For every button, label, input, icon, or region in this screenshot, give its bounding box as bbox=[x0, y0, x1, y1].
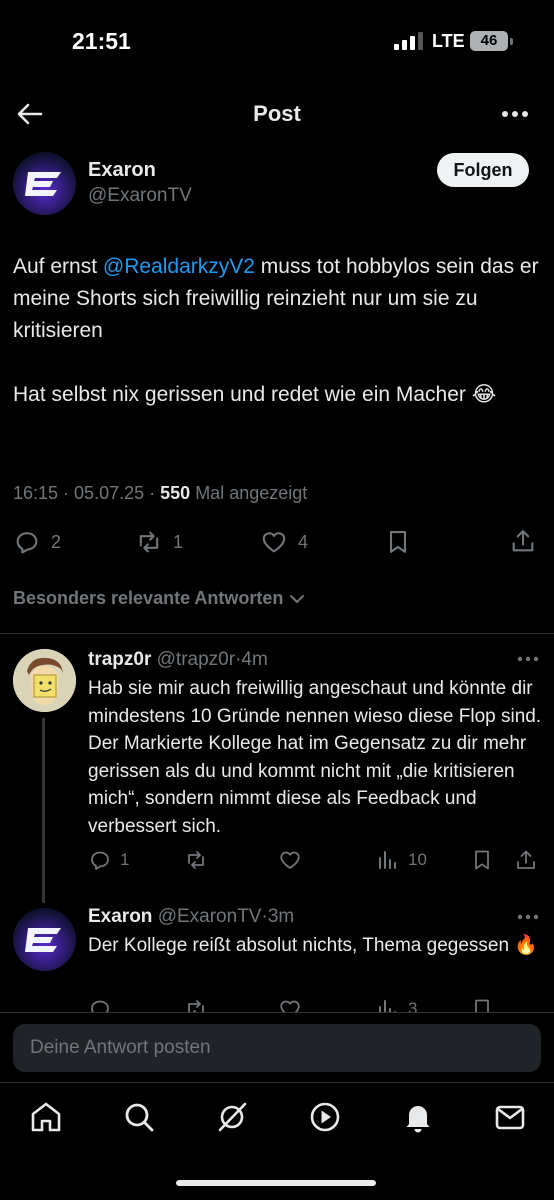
views-button[interactable]: 3 bbox=[376, 996, 417, 1012]
like-button[interactable] bbox=[278, 996, 302, 1012]
battery-icon: 46 bbox=[470, 31, 514, 51]
divider bbox=[0, 1012, 554, 1013]
reply-text: Hab sie mir auch freiwillig angeschaut u… bbox=[88, 678, 542, 837]
share-button[interactable] bbox=[514, 847, 538, 873]
reply-header: trapz0r @trapz0r·4m bbox=[88, 649, 268, 670]
chevron-down-icon bbox=[290, 595, 305, 604]
repost-button[interactable] bbox=[184, 996, 208, 1012]
reply-composer-input[interactable] bbox=[13, 1024, 541, 1072]
bookmark-button[interactable] bbox=[384, 527, 412, 557]
share-icon bbox=[512, 530, 534, 552]
reply-age: 3m bbox=[267, 906, 295, 927]
repost-icon bbox=[188, 1000, 204, 1012]
more-options-icon[interactable] bbox=[515, 652, 541, 666]
post-metadata: 16:15 · 05.07.25 · 550 Mal angezeigt bbox=[13, 483, 308, 503]
repost-icon bbox=[188, 851, 204, 869]
bookmark-icon bbox=[389, 531, 407, 553]
grok-icon[interactable] bbox=[212, 1097, 252, 1137]
author-name[interactable]: Exaron bbox=[88, 159, 156, 182]
video-icon[interactable] bbox=[305, 1097, 345, 1137]
reply-icon bbox=[16, 532, 38, 554]
bookmark-button[interactable] bbox=[470, 847, 494, 873]
repost-button[interactable] bbox=[184, 847, 208, 873]
reply-author-handle[interactable]: @trapz0r bbox=[157, 649, 235, 670]
home-icon[interactable] bbox=[26, 1097, 66, 1137]
bookmark-icon bbox=[475, 999, 489, 1012]
reply-author-name[interactable]: Exaron bbox=[88, 906, 152, 927]
reply-author-name[interactable]: trapz0r bbox=[88, 649, 151, 670]
more-options-icon[interactable] bbox=[498, 100, 532, 128]
home-indicator bbox=[176, 1180, 376, 1186]
author-handle[interactable]: @ExaronTV bbox=[88, 185, 192, 207]
signal-icon bbox=[394, 32, 423, 50]
reply-sort-selector[interactable]: Besonders relevante Antworten bbox=[13, 588, 306, 609]
like-button[interactable]: 4 bbox=[260, 527, 308, 557]
divider bbox=[0, 1082, 554, 1083]
view-count: 550 bbox=[160, 483, 191, 503]
status-time: 21:51 bbox=[72, 28, 131, 54]
post-text-second: Hat selbst nix gerissen und redet wie ei… bbox=[13, 383, 497, 406]
reply-icon bbox=[91, 1000, 109, 1012]
reply-age: 4m bbox=[241, 649, 268, 670]
views-button[interactable]: 10 bbox=[376, 847, 427, 873]
page-title: Post bbox=[253, 101, 301, 126]
thread-line bbox=[42, 718, 45, 903]
heart-icon bbox=[280, 851, 300, 869]
messages-icon[interactable] bbox=[490, 1097, 530, 1137]
repost-icon bbox=[139, 531, 159, 553]
bookmark-icon bbox=[475, 850, 489, 870]
share-icon bbox=[517, 850, 535, 869]
heart-icon bbox=[262, 532, 286, 553]
follow-button[interactable]: Folgen bbox=[437, 153, 529, 187]
battery-level: 46 bbox=[470, 31, 508, 51]
like-button[interactable] bbox=[278, 847, 302, 873]
heart-icon bbox=[280, 1000, 300, 1012]
notifications-icon[interactable] bbox=[398, 1097, 438, 1137]
reply-avatar[interactable] bbox=[13, 908, 76, 971]
reply-icon bbox=[91, 851, 109, 870]
mention-link[interactable]: @RealdarkzyV2 bbox=[103, 255, 255, 278]
reply-button[interactable]: 1 bbox=[88, 847, 129, 873]
reply-avatar[interactable] bbox=[13, 649, 76, 712]
reply-button[interactable]: 2 bbox=[13, 527, 61, 557]
share-button[interactable] bbox=[509, 526, 537, 556]
reply-author-handle[interactable]: @ExaronTV bbox=[158, 906, 262, 927]
more-options-icon[interactable] bbox=[515, 910, 541, 924]
reply-text: Der Kollege reißt absolut nichts, Thema … bbox=[88, 935, 538, 956]
reply-button[interactable] bbox=[88, 996, 112, 1012]
bookmark-button[interactable] bbox=[470, 996, 494, 1012]
divider bbox=[0, 633, 554, 634]
network-label: LTE bbox=[432, 31, 465, 51]
analytics-icon bbox=[379, 851, 396, 869]
post-text: Auf ernst @RealdarkzyV2 muss tot hobbylo… bbox=[13, 255, 539, 342]
author-avatar[interactable] bbox=[13, 152, 76, 215]
analytics-icon bbox=[379, 1000, 396, 1012]
search-icon[interactable] bbox=[119, 1097, 159, 1137]
reply-actions-clipped: 3 bbox=[0, 996, 554, 1012]
repost-button[interactable]: 1 bbox=[135, 527, 183, 557]
reply-header: Exaron @ExaronTV·3m bbox=[88, 906, 295, 927]
